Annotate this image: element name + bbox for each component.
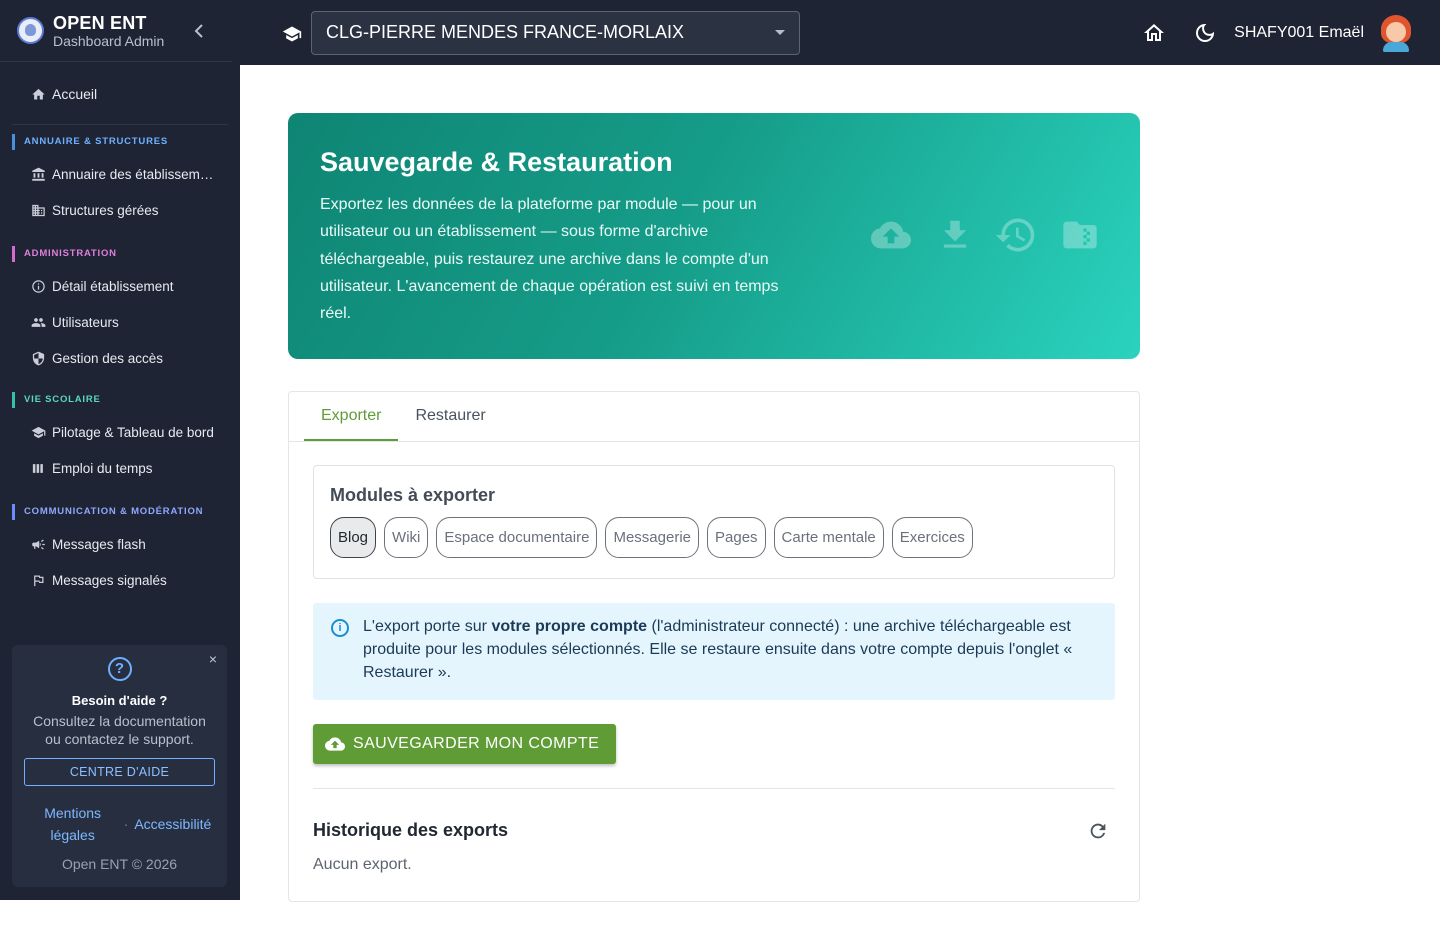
info-icon [30, 278, 46, 294]
columns-icon [30, 460, 46, 476]
save-account-button[interactable]: SAUVEGARDER MON COMPTE [313, 724, 616, 764]
sidebar-item-label: Messages flash [52, 536, 146, 552]
section-annuaire: ANNUAIRE & STRUCTURES [12, 134, 240, 150]
help-text: Consultez la documentation ou contactez … [33, 713, 206, 747]
sidebar-item-label: Pilotage & Tableau de bord [52, 424, 214, 440]
download-icon [936, 215, 974, 255]
graduation-cap-icon [282, 24, 302, 42]
brand: OPEN ENT Dashboard Admin [0, 0, 232, 62]
chip-messagerie[interactable]: Messagerie [605, 517, 699, 558]
sidebar-item-messages-flash[interactable]: Messages flash [0, 526, 240, 562]
shield-icon [30, 350, 46, 366]
divider [313, 788, 1115, 789]
history-title: Historique des exports [313, 820, 509, 840]
cloud-upload-icon [325, 737, 345, 751]
user-name[interactable]: SHAFY001 Emaël [1234, 24, 1364, 42]
zip-folder-icon [1058, 215, 1102, 255]
caret-down-icon [775, 30, 785, 35]
home-icon[interactable] [1141, 20, 1167, 46]
history-icon [994, 213, 1038, 257]
sidebar: OPEN ENT Dashboard Admin Accueil ANNUAIR… [0, 0, 240, 900]
sidebar-item-label: Annuaire des établissem… [52, 166, 214, 182]
help-title: Besoin d'aide ? [71, 693, 168, 708]
school-select-value: CLG-PIERRE MENDES FRANCE-MORLAIX [326, 22, 685, 42]
help-icon: ? [107, 657, 132, 681]
moon-icon[interactable] [1192, 20, 1218, 46]
tab-restaurer[interactable]: Restaurer [398, 392, 502, 441]
section-administration: ADMINISTRATION [12, 246, 240, 262]
building-icon [30, 202, 46, 218]
users-icon [30, 314, 46, 330]
cloud-upload-icon [866, 215, 916, 255]
refresh-icon[interactable] [1087, 820, 1109, 842]
separator: · [123, 816, 129, 832]
export-panel: Exporter Restaurer Modules à exporter Bl… [288, 391, 1140, 902]
chevron-left-icon[interactable] [194, 23, 210, 38]
tab-exporter[interactable]: Exporter [304, 392, 399, 441]
info-icon: i [331, 619, 349, 637]
sidebar-item-structures[interactable]: Structures gérées [0, 192, 240, 228]
chip-carte-mentale[interactable]: Carte mentale [773, 517, 884, 558]
brand-logo-icon [17, 17, 44, 44]
home-icon [30, 86, 46, 102]
close-icon[interactable]: × [209, 651, 217, 667]
help-card: × ? Besoin d'aide ? Consultez la documen… [12, 645, 227, 887]
sidebar-item-label: Accueil [52, 86, 98, 102]
topbar: CLG-PIERRE MENDES FRANCE-MORLAIX SHAFY00… [240, 0, 1440, 65]
section-vie-scolaire: VIE SCOLAIRE [12, 392, 240, 408]
graduation-cap-icon [30, 424, 46, 440]
hero-banner: Sauvegarde & Restauration Exportez les d… [288, 113, 1140, 359]
sidebar-item-gestion-acces[interactable]: Gestion des accès [0, 340, 240, 376]
section-communication: COMMUNICATION & MODÉRATION [12, 504, 240, 520]
sidebar-item-messages-signales[interactable]: Messages signalés [0, 562, 240, 598]
copyright: Open ENT © 2026 [61, 856, 178, 872]
sidebar-item-utilisateurs[interactable]: Utilisateurs [0, 304, 240, 340]
tabs: Exporter Restaurer [289, 392, 1139, 442]
chip-exercices[interactable]: Exercices [891, 517, 973, 558]
modules-title: Modules à exporter [330, 485, 496, 505]
accessibilite-link[interactable]: Accessibilité [134, 813, 211, 835]
avatar[interactable] [1380, 14, 1412, 52]
sidebar-item-label: Structures gérées [52, 202, 159, 218]
modules-box: Modules à exporter Blog Wiki Espace docu… [313, 465, 1115, 579]
sidebar-item-label: Utilisateurs [52, 314, 119, 330]
flag-icon [30, 572, 46, 588]
sidebar-item-pilotage[interactable]: Pilotage & Tableau de bord [0, 414, 240, 450]
megaphone-icon [30, 536, 46, 552]
mentions-legales-link[interactable]: Mentions légales [28, 802, 118, 846]
brand-title: OPEN ENT [53, 12, 147, 33]
brand-subtitle: Dashboard Admin [53, 32, 165, 49]
history-empty: Aucun export. [313, 856, 412, 873]
sidebar-item-annuaire[interactable]: Annuaire des établissem… [0, 156, 240, 192]
sidebar-item-emploi-du-temps[interactable]: Emploi du temps [0, 450, 240, 486]
module-chips: Blog Wiki Espace documentaire Messagerie… [330, 517, 981, 558]
sidebar-item-label: Gestion des accès [52, 350, 164, 366]
help-center-button[interactable]: CENTRE D'AIDE [24, 758, 215, 786]
help-links: Mentions légales · Accessibilité [12, 802, 227, 846]
hero-description: Exportez les données de la plateforme pa… [320, 196, 779, 323]
school-select[interactable]: CLG-PIERRE MENDES FRANCE-MORLAIX [311, 10, 800, 55]
bank-icon [30, 166, 46, 182]
chip-espace-documentaire[interactable]: Espace documentaire [436, 517, 598, 558]
page-title: Sauvegarde & Restauration [320, 147, 673, 177]
sidebar-item-detail-etablissement[interactable]: Détail établissement [0, 268, 240, 304]
chip-blog[interactable]: Blog [330, 517, 377, 558]
chip-pages[interactable]: Pages [707, 517, 766, 558]
sidebar-item-label: Emploi du temps [52, 460, 153, 476]
sidebar-item-label: Détail établissement [52, 278, 174, 294]
chip-wiki[interactable]: Wiki [384, 517, 429, 558]
sidebar-item-accueil[interactable]: Accueil [0, 76, 240, 112]
sidebar-item-label: Messages signalés [52, 572, 167, 588]
divider [12, 124, 228, 125]
hero-icons [866, 213, 1122, 257]
info-alert: i L'export porte sur votre propre compte… [313, 603, 1115, 700]
info-text: L'export porte sur votre propre compte (… [363, 618, 1073, 681]
save-account-label: SAUVEGARDER MON COMPTE [353, 735, 600, 752]
